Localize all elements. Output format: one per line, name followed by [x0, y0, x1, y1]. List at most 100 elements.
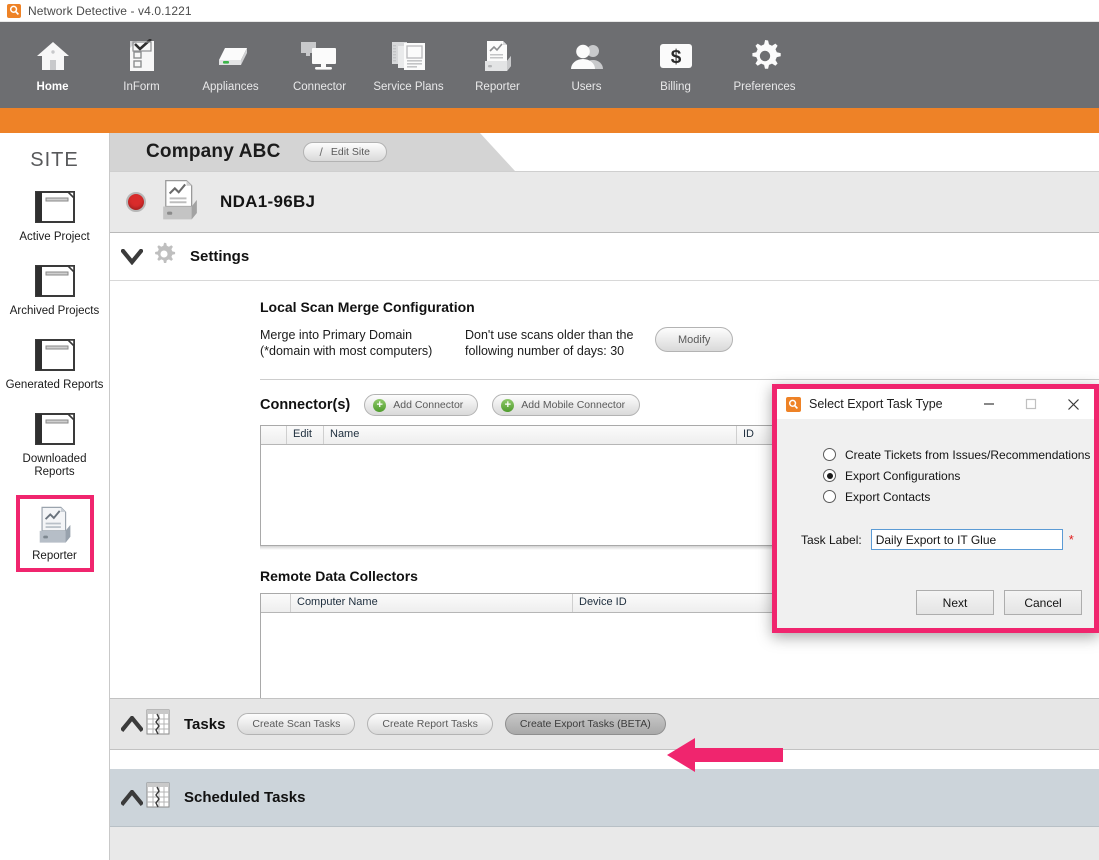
chevron-up-icon[interactable] — [118, 716, 146, 732]
column-header[interactable]: Name — [324, 426, 737, 444]
nav-item-preferences[interactable]: Preferences — [720, 22, 809, 108]
radio-label: Export Configurations — [845, 469, 960, 483]
folder-icon — [33, 408, 77, 450]
reporter-icon — [35, 503, 75, 547]
task-label-input[interactable] — [871, 529, 1063, 550]
connectors-title: Connector(s) — [260, 397, 350, 413]
clipboard-icon — [127, 36, 157, 76]
orange-accent-bar — [0, 108, 1099, 133]
pencil-icon: / — [320, 145, 323, 159]
radio-selected-dot — [827, 473, 833, 479]
add-connector-button[interactable]: + Add Connector — [364, 394, 478, 416]
nav-label: Preferences — [733, 81, 795, 93]
nav-label: Service Plans — [373, 81, 443, 93]
nav-item-billing[interactable]: $ Billing — [631, 22, 720, 108]
create-export-tasks-button[interactable]: Create Export Tasks (BETA) — [505, 713, 666, 735]
dialog-body: Create Tickets from Issues/Recommendatio… — [777, 444, 1094, 550]
maximize-button[interactable] — [1010, 389, 1052, 420]
radio-button[interactable] — [823, 490, 836, 503]
folder-icon — [33, 186, 77, 228]
select-export-task-type-dialog: Select Export Task Type Create Tickets f… — [772, 384, 1099, 633]
appliance-name: NDA1-96BJ — [220, 192, 315, 212]
chevron-down-icon[interactable] — [118, 249, 146, 265]
radio-button[interactable] — [823, 448, 836, 461]
task-label-caption: Task Label: — [801, 533, 862, 547]
add-mobile-connector-label: Add Mobile Connector — [521, 399, 625, 411]
users-icon — [568, 36, 606, 76]
settings-section-header[interactable]: Settings — [110, 233, 1099, 281]
sidebar-item-label: Archived Projects — [10, 305, 99, 318]
required-marker: * — [1069, 532, 1074, 547]
modify-button[interactable]: Modify — [655, 327, 733, 352]
nav-item-reporter[interactable]: Reporter — [453, 22, 542, 108]
folder-icon — [33, 334, 77, 376]
nav-item-inform[interactable]: InForm — [97, 22, 186, 108]
magnifier-icon — [786, 397, 801, 412]
radio-button[interactable] — [823, 469, 836, 482]
reporter-icon — [481, 36, 515, 76]
edit-site-label: Edit Site — [331, 146, 370, 158]
gear-icon — [748, 36, 782, 76]
tasks-grid-icon — [146, 782, 170, 813]
nav-item-appliances[interactable]: Appliances — [186, 22, 275, 108]
nav-label: Reporter — [475, 81, 520, 93]
nav-item-service-plans[interactable]: Service Plans — [364, 22, 453, 108]
magnifier-icon — [7, 4, 21, 18]
next-button[interactable]: Next — [916, 590, 994, 615]
minimize-button[interactable] — [968, 389, 1010, 420]
sidebar-item-active-project[interactable]: Active Project — [5, 186, 105, 244]
nav-label: Connector — [293, 81, 346, 93]
dollar-icon: $ — [658, 36, 694, 76]
nav-item-connector[interactable]: Connector — [275, 22, 364, 108]
sidebar-item-label: Active Project — [19, 231, 89, 244]
merge-config-title: Local Scan Merge Configuration — [260, 299, 1099, 315]
cancel-button[interactable]: Cancel — [1004, 590, 1082, 615]
edit-site-button[interactable]: / Edit Site — [303, 142, 387, 162]
create-scan-tasks-button[interactable]: Create Scan Tasks — [237, 713, 355, 735]
nav-item-home[interactable]: Home — [8, 22, 97, 108]
scheduled-tasks-title: Scheduled Tasks — [184, 789, 305, 806]
status-badge — [126, 192, 146, 212]
sidebar-item-archived-projects[interactable]: Archived Projects — [5, 260, 105, 318]
tasks-title: Tasks — [184, 716, 225, 733]
plus-icon: + — [373, 399, 386, 412]
nav-label: InForm — [123, 81, 159, 93]
window-controls — [968, 389, 1094, 420]
sidebar-item-downloaded-reports[interactable]: Downloaded Reports — [5, 408, 105, 479]
sidebar-title: SITE — [30, 149, 78, 172]
dialog-titlebar: Select Export Task Type — [777, 389, 1094, 420]
nav-label: Billing — [660, 81, 691, 93]
appliance-row[interactable]: NDA1-96BJ — [110, 171, 1099, 233]
radio-export-contacts[interactable]: Export Contacts — [823, 486, 1094, 507]
home-icon — [35, 36, 71, 76]
add-mobile-connector-button[interactable]: + Add Mobile Connector — [492, 394, 640, 416]
scheduled-tasks-section-header[interactable]: Scheduled Tasks — [110, 769, 1099, 827]
create-report-tasks-button[interactable]: Create Report Tasks — [367, 713, 493, 735]
main-toolbar: Home InForm Appliances — [0, 22, 1099, 108]
page-title: Company ABC — [146, 141, 281, 163]
column-header[interactable]: Computer Name — [291, 594, 573, 612]
sidebar-item-label: Reporter — [32, 550, 77, 563]
sidebar-item-generated-reports[interactable]: Generated Reports — [5, 334, 105, 392]
column-header[interactable] — [261, 426, 287, 444]
radio-export-configurations[interactable]: Export Configurations — [823, 465, 1094, 486]
svg-text:$: $ — [670, 47, 681, 68]
nav-item-users[interactable]: Users — [542, 22, 631, 108]
window-title: Network Detective - v4.0.1221 — [28, 4, 192, 18]
merge-scan-age-text: Don't use scans older than the following… — [465, 327, 655, 359]
tasks-section-header[interactable]: Tasks Create Scan Tasks Create Report Ta… — [110, 698, 1099, 750]
divider — [260, 379, 1099, 380]
sidebar-item-reporter[interactable]: Reporter — [16, 495, 94, 572]
site-sidebar: SITE Active Project Archived Projects — [0, 133, 110, 860]
close-icon[interactable] — [1052, 389, 1094, 420]
chevron-up-icon[interactable] — [118, 790, 146, 806]
appliance-icon — [211, 36, 251, 76]
merge-config-row: Merge into Primary Domain (*domain with … — [260, 327, 1099, 359]
site-tab[interactable]: Company ABC / Edit Site — [110, 133, 515, 171]
nav-label: Home — [37, 81, 69, 93]
add-connector-label: Add Connector — [393, 399, 463, 411]
column-header[interactable] — [261, 594, 291, 612]
dialog-title: Select Export Task Type — [809, 397, 943, 411]
column-header[interactable]: Edit — [287, 426, 324, 444]
radio-create-tickets[interactable]: Create Tickets from Issues/Recommendatio… — [823, 444, 1094, 465]
